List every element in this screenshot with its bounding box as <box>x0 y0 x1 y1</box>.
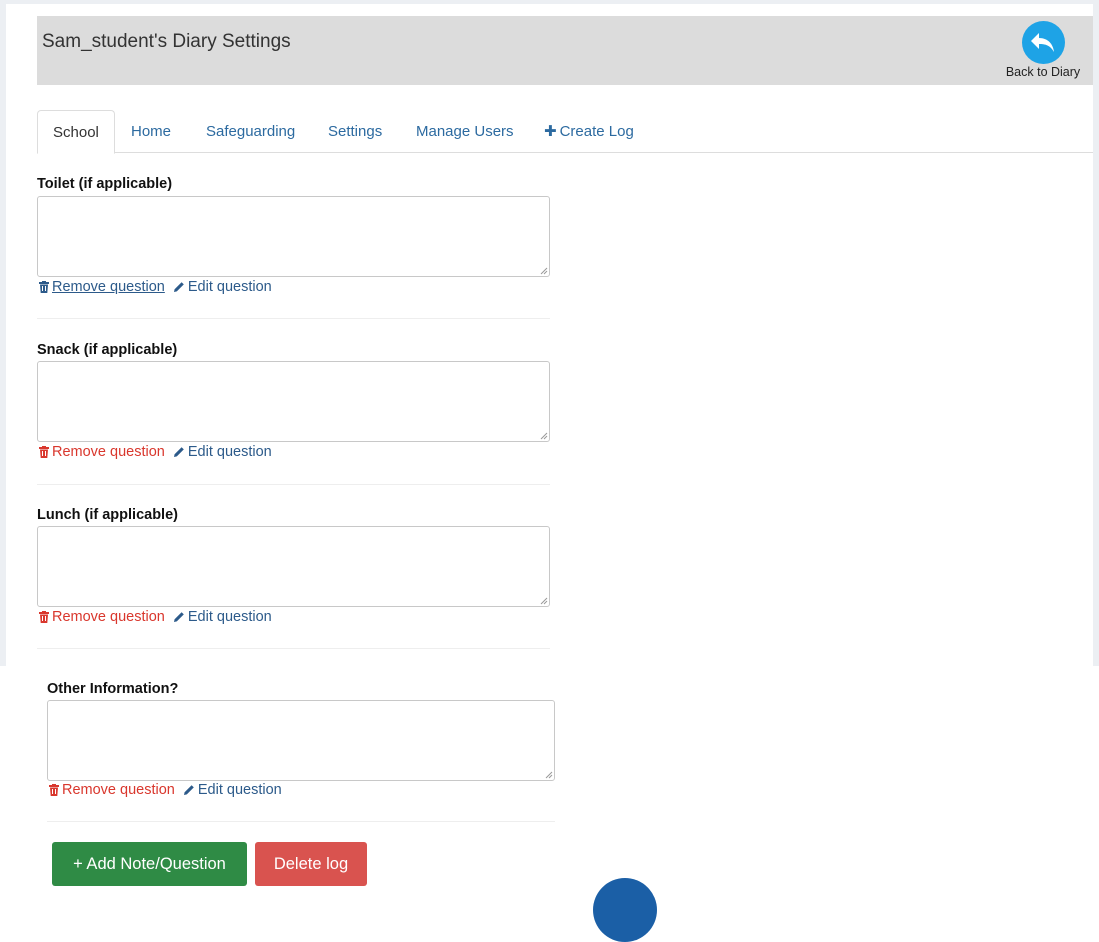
edit-question-button[interactable]: Edit question <box>173 444 272 460</box>
back-arrow-icon <box>1021 21 1065 64</box>
trash-icon <box>37 445 50 459</box>
page-frame-left <box>0 0 6 666</box>
edit-question-label: Edit question <box>187 279 272 295</box>
tab-create-log[interactable]: ✚ Create Log <box>544 110 634 153</box>
divider <box>47 821 555 822</box>
remove-question-button[interactable]: Remove question <box>37 609 165 625</box>
divider <box>37 318 550 319</box>
tab-settings-label: Settings <box>328 123 383 140</box>
back-to-diary-label: Back to Diary <box>1005 65 1081 79</box>
remove-question-button[interactable]: Remove question <box>47 782 175 798</box>
question-label: Lunch (if applicable) <box>37 507 178 523</box>
tab-home-label: Home <box>131 123 172 140</box>
remove-question-button[interactable]: Remove question <box>37 279 165 295</box>
tab-safeguarding[interactable]: Safeguarding <box>206 110 295 153</box>
edit-question-label: Edit question <box>187 444 272 460</box>
edit-question-button[interactable]: Edit question <box>173 609 272 625</box>
tab-create-log-label: Create Log <box>559 123 634 140</box>
resize-handle-icon[interactable] <box>540 267 548 275</box>
delete-log-button[interactable]: Delete log <box>255 842 367 886</box>
resize-handle-icon[interactable] <box>545 771 553 779</box>
tab-manage-users[interactable]: Manage Users <box>416 110 514 153</box>
remove-question-label: Remove question <box>62 782 175 798</box>
pencil-icon <box>183 783 196 797</box>
pencil-icon <box>173 445 186 459</box>
tab-school-label: School <box>53 124 99 141</box>
edit-question-label: Edit question <box>197 782 282 798</box>
trash-icon <box>37 610 50 624</box>
question-actions: Remove question Edit question <box>37 444 272 462</box>
back-to-diary-button[interactable]: Back to Diary <box>1003 21 1083 79</box>
trash-icon <box>37 280 50 294</box>
question-actions: Remove question Edit question <box>47 782 282 800</box>
tab-safeguarding-label: Safeguarding <box>206 123 296 140</box>
page-frame-right <box>1093 0 1099 666</box>
remove-question-label: Remove question <box>52 279 165 295</box>
page-title: Sam_student's Diary Settings <box>42 31 291 52</box>
floating-action-button[interactable] <box>593 878 657 942</box>
remove-question-label: Remove question <box>52 609 165 625</box>
question-actions: Remove question Edit question <box>37 279 272 297</box>
question-actions: Remove question Edit question <box>37 609 272 627</box>
remove-question-button[interactable]: Remove question <box>37 444 165 460</box>
page-header: Sam_student's Diary Settings Back to Dia… <box>37 16 1093 85</box>
pencil-icon <box>173 280 186 294</box>
tab-settings[interactable]: Settings <box>328 110 382 153</box>
question-label: Other Information? <box>47 681 179 697</box>
trash-icon <box>47 783 60 797</box>
divider <box>37 484 550 485</box>
question-answer-input[interactable] <box>37 526 550 607</box>
edit-question-button[interactable]: Edit question <box>173 279 272 295</box>
tab-manage-users-label: Manage Users <box>416 123 514 140</box>
question-label: Snack (if applicable) <box>37 342 178 358</box>
page-frame-top <box>0 0 1099 4</box>
question-label: Toilet (if applicable) <box>37 176 173 192</box>
remove-question-label: Remove question <box>52 444 165 460</box>
resize-handle-icon[interactable] <box>540 597 548 605</box>
plus-icon: ✚ <box>544 123 557 140</box>
edit-question-label: Edit question <box>187 609 272 625</box>
tab-bar: School Home Safeguarding Settings Manage… <box>37 110 1093 154</box>
question-answer-input[interactable] <box>37 196 550 277</box>
question-answer-input[interactable] <box>47 700 555 781</box>
resize-handle-icon[interactable] <box>540 432 548 440</box>
tab-home[interactable]: Home <box>131 110 171 153</box>
question-answer-input[interactable] <box>37 361 550 442</box>
edit-question-button[interactable]: Edit question <box>183 782 282 798</box>
add-note-question-button[interactable]: + Add Note/Question <box>52 842 247 886</box>
pencil-icon <box>173 610 186 624</box>
divider <box>37 648 550 649</box>
tab-school[interactable]: School <box>37 110 115 154</box>
